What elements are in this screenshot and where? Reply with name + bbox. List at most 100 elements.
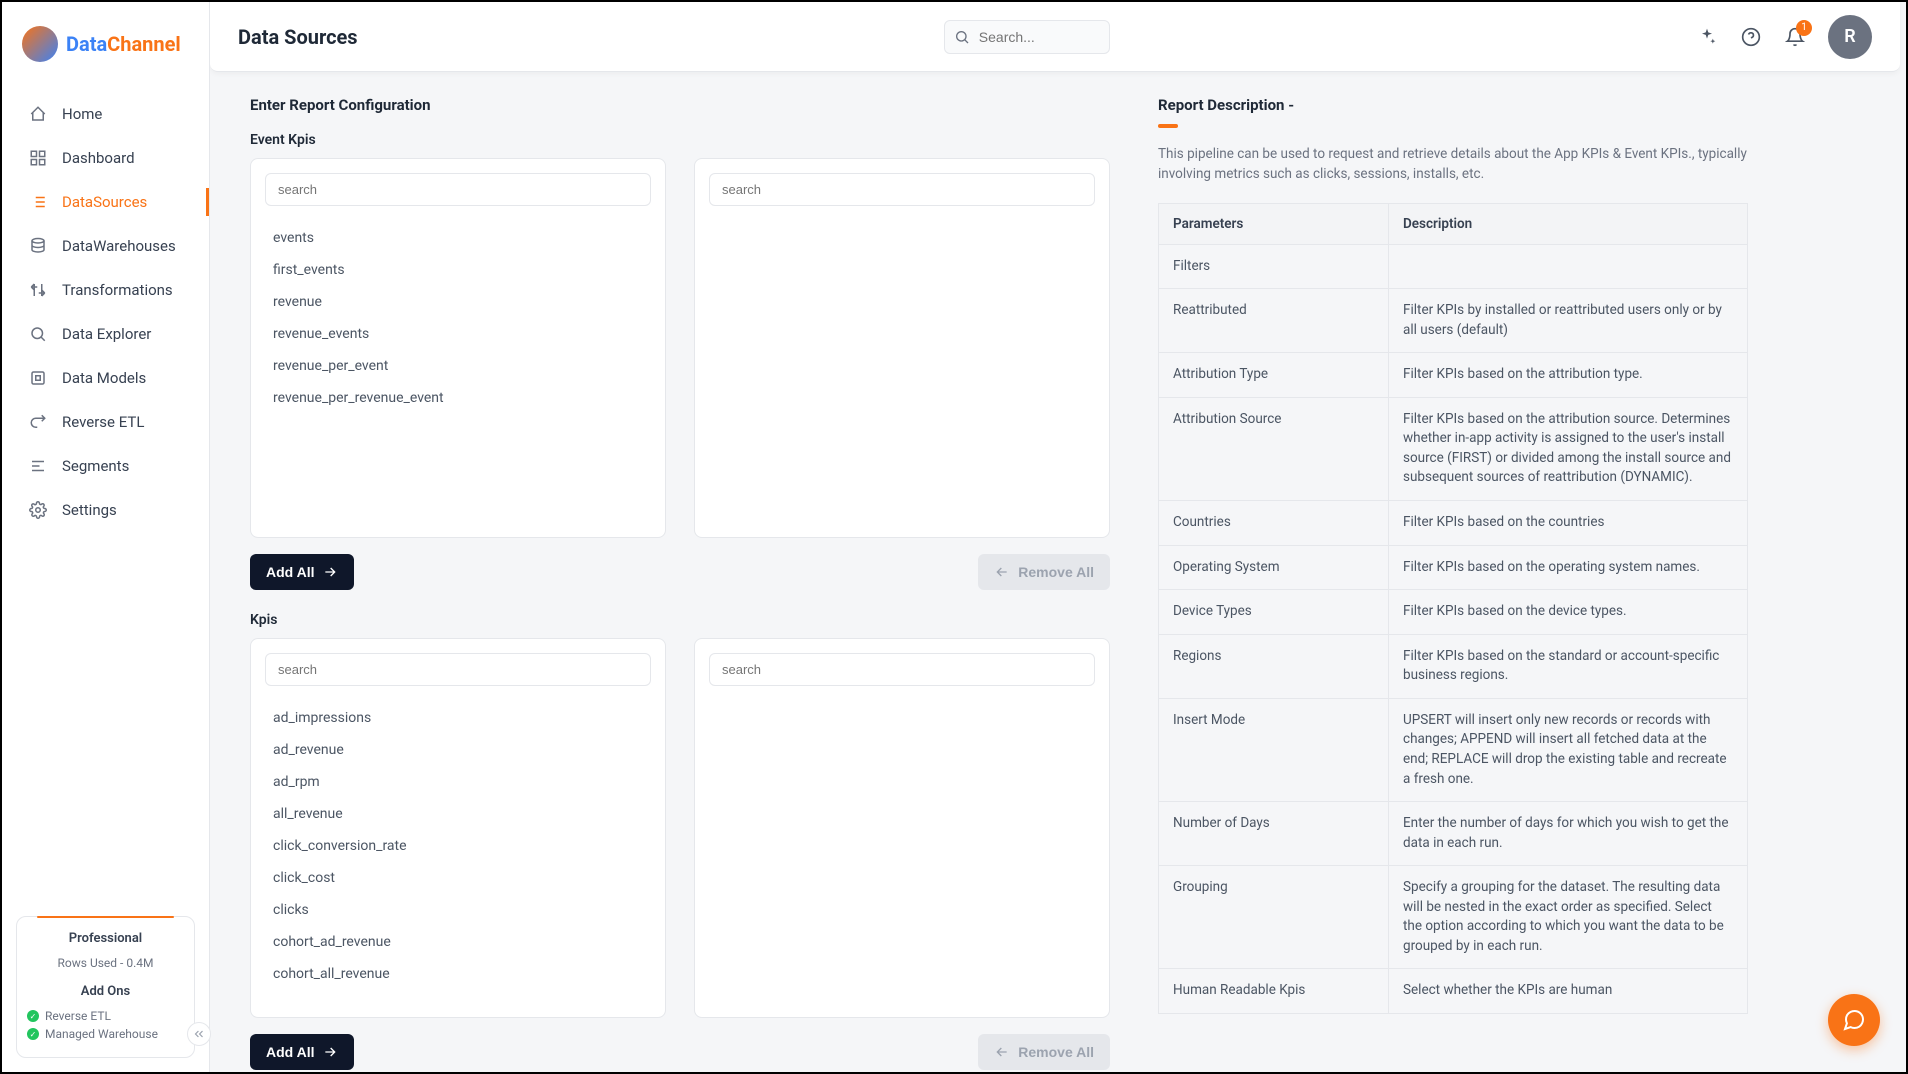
param-name: Reattributed: [1159, 289, 1389, 353]
sidebar-item-label: Home: [62, 105, 102, 123]
list-item[interactable]: all_revenue: [251, 798, 665, 830]
sidebar-item-home[interactable]: Home: [2, 92, 209, 136]
plan-addons-title: Add Ons: [27, 984, 184, 999]
kpis-search-input[interactable]: [265, 653, 651, 686]
sidebar-item-label: Dashboard: [62, 149, 135, 167]
param-name: Device Types: [1159, 590, 1389, 635]
explorer-icon: [28, 324, 48, 344]
list-item[interactable]: ad_rpm: [251, 766, 665, 798]
parameters-table: Parameters Description FiltersReattribut…: [1158, 203, 1748, 1015]
sidebar: DataChannel Home Dashboard DataSources D…: [2, 2, 210, 1072]
param-description: Specify a grouping for the dataset. The …: [1389, 866, 1748, 969]
table-row: ReattributedFilter KPIs by installed or …: [1159, 289, 1748, 353]
collapse-sidebar-button[interactable]: [187, 1022, 211, 1046]
list-item[interactable]: events: [251, 222, 665, 254]
segments-icon: [28, 456, 48, 476]
list-item[interactable]: first_events: [251, 254, 665, 286]
notifications-icon[interactable]: 1: [1784, 26, 1806, 48]
table-row: Operating SystemFilter KPIs based on the…: [1159, 545, 1748, 590]
dashboard-icon: [28, 148, 48, 168]
help-icon[interactable]: [1740, 26, 1762, 48]
param-name: Operating System: [1159, 545, 1389, 590]
event-kpis-selected-list[interactable]: [695, 216, 1109, 537]
event-kpis-add-all-button[interactable]: Add All: [250, 554, 354, 590]
logo[interactable]: DataChannel: [2, 2, 209, 92]
sidebar-item-dashboard[interactable]: Dashboard: [2, 136, 209, 180]
event-kpis-selected-search-input[interactable]: [709, 173, 1095, 206]
sidebar-item-dataexplorer[interactable]: Data Explorer: [2, 312, 209, 356]
kpis-remove-all-button[interactable]: Remove All: [978, 1034, 1110, 1070]
addon-item: ✓Managed Warehouse: [27, 1025, 184, 1043]
table-row: RegionsFilter KPIs based on the standard…: [1159, 634, 1748, 698]
list-item[interactable]: revenue_events: [251, 318, 665, 350]
param-description: Enter the number of days for which you w…: [1389, 802, 1748, 866]
param-description: Filter KPIs based on the device types.: [1389, 590, 1748, 635]
table-row: GroupingSpecify a grouping for the datas…: [1159, 866, 1748, 969]
list-item[interactable]: ad_impressions: [251, 702, 665, 734]
plan-name: Professional: [27, 931, 184, 946]
datawarehouses-icon: [28, 236, 48, 256]
table-row: Number of DaysEnter the number of days f…: [1159, 802, 1748, 866]
table-row: Attribution TypeFilter KPIs based on the…: [1159, 353, 1748, 398]
table-row: Filters: [1159, 244, 1748, 289]
table-row: Device TypesFilter KPIs based on the dev…: [1159, 590, 1748, 635]
list-item[interactable]: revenue_per_revenue_event: [251, 382, 665, 414]
list-item[interactable]: revenue: [251, 286, 665, 318]
event-kpis-list[interactable]: eventsfirst_eventsrevenuerevenue_eventsr…: [251, 216, 665, 537]
param-name: Number of Days: [1159, 802, 1389, 866]
topbar: Data Sources 1 R: [210, 2, 1900, 72]
event-kpis-remove-all-button[interactable]: Remove All: [978, 554, 1110, 590]
sidebar-item-transformations[interactable]: Transformations: [2, 268, 209, 312]
kpis-selected-search-input[interactable]: [709, 653, 1095, 686]
kpis-selected-list[interactable]: [695, 696, 1109, 1017]
description-heading: Report Description -: [1158, 96, 1748, 114]
list-item[interactable]: revenue_per_event: [251, 350, 665, 382]
list-item[interactable]: ad_revenue: [251, 734, 665, 766]
kpis-selected-panel: [694, 638, 1110, 1018]
sidebar-item-settings[interactable]: Settings: [2, 488, 209, 532]
kpis-list[interactable]: ad_impressionsad_revenuead_rpmall_revenu…: [251, 696, 665, 1017]
notification-badge: 1: [1796, 20, 1812, 36]
datasources-icon: [28, 192, 48, 212]
avatar[interactable]: R: [1828, 15, 1872, 59]
heading-underline: [1158, 124, 1178, 128]
sidebar-item-label: Settings: [62, 501, 117, 519]
sparkle-icon[interactable]: [1696, 26, 1718, 48]
sidebar-item-datawarehouses[interactable]: DataWarehouses: [2, 224, 209, 268]
param-name: Countries: [1159, 501, 1389, 546]
kpis-label: Kpis: [250, 612, 1110, 628]
config-heading: Enter Report Configuration: [250, 96, 1110, 114]
arrow-left-icon: [994, 1044, 1010, 1060]
list-item[interactable]: click_cost: [251, 862, 665, 894]
sidebar-item-segments[interactable]: Segments: [2, 444, 209, 488]
list-item[interactable]: cohort_all_revenue: [251, 958, 665, 990]
chat-button[interactable]: [1828, 994, 1880, 1046]
chevron-double-left-icon: [192, 1027, 206, 1041]
sidebar-item-label: Segments: [62, 457, 129, 475]
sidebar-item-reverseetl[interactable]: Reverse ETL: [2, 400, 209, 444]
sidebar-item-datasources[interactable]: DataSources: [2, 180, 209, 224]
sidebar-item-datamodels[interactable]: Data Models: [2, 356, 209, 400]
list-item[interactable]: click_conversion_rate: [251, 830, 665, 862]
event-kpis-label: Event Kpis: [250, 132, 1110, 148]
list-item[interactable]: cohort_ad_revenue: [251, 926, 665, 958]
kpis-available-panel: ad_impressionsad_revenuead_rpmall_revenu…: [250, 638, 666, 1018]
plan-box: Professional Rows Used - 0.4M Add Ons ✓R…: [16, 916, 195, 1058]
param-description: Filter KPIs by installed or reattributed…: [1389, 289, 1748, 353]
event-kpis-selected-panel: [694, 158, 1110, 538]
table-row: Insert ModeUPSERT will insert only new r…: [1159, 698, 1748, 801]
arrow-right-icon: [322, 1044, 338, 1060]
check-icon: ✓: [27, 1028, 39, 1040]
table-row: Human Readable KpisSelect whether the KP…: [1159, 969, 1748, 1014]
settings-icon: [28, 500, 48, 520]
arrow-left-icon: [994, 564, 1010, 580]
logo-text: DataChannel: [66, 32, 181, 56]
event-kpis-search-input[interactable]: [265, 173, 651, 206]
arrow-right-icon: [322, 564, 338, 580]
sidebar-item-label: DataWarehouses: [62, 237, 176, 255]
sidebar-item-label: DataSources: [62, 193, 147, 211]
list-item[interactable]: clicks: [251, 894, 665, 926]
kpis-add-all-button[interactable]: Add All: [250, 1034, 354, 1070]
param-name: Filters: [1159, 244, 1389, 289]
param-name: Grouping: [1159, 866, 1389, 969]
